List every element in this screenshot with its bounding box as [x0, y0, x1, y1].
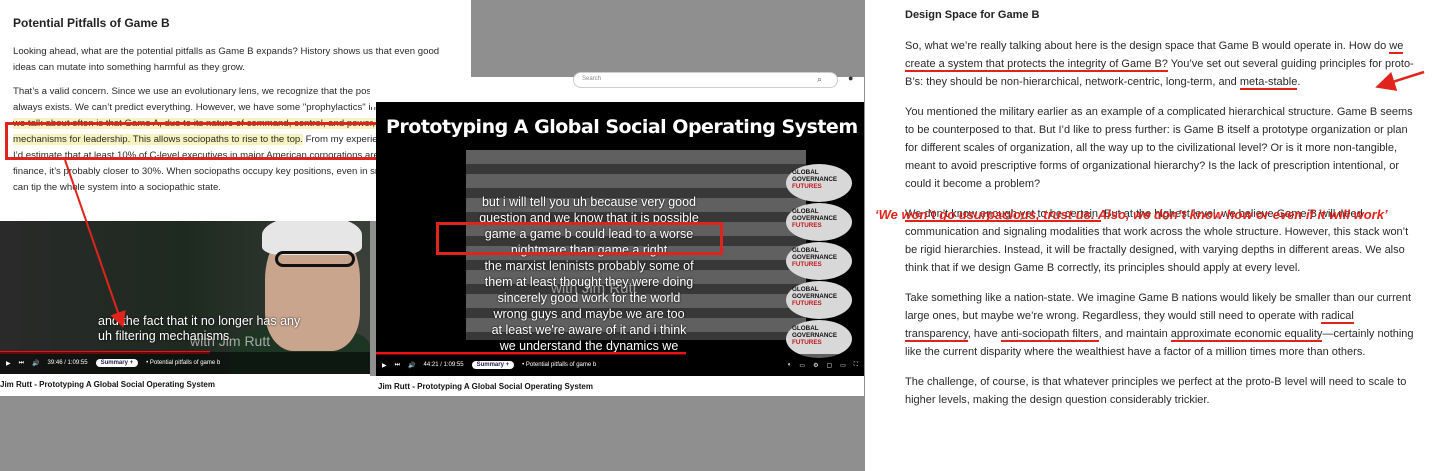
arrow-to-meta-stable — [1375, 70, 1425, 91]
annotation-arrows — [64, 70, 1425, 328]
arrow-to-left-caption — [64, 159, 126, 328]
